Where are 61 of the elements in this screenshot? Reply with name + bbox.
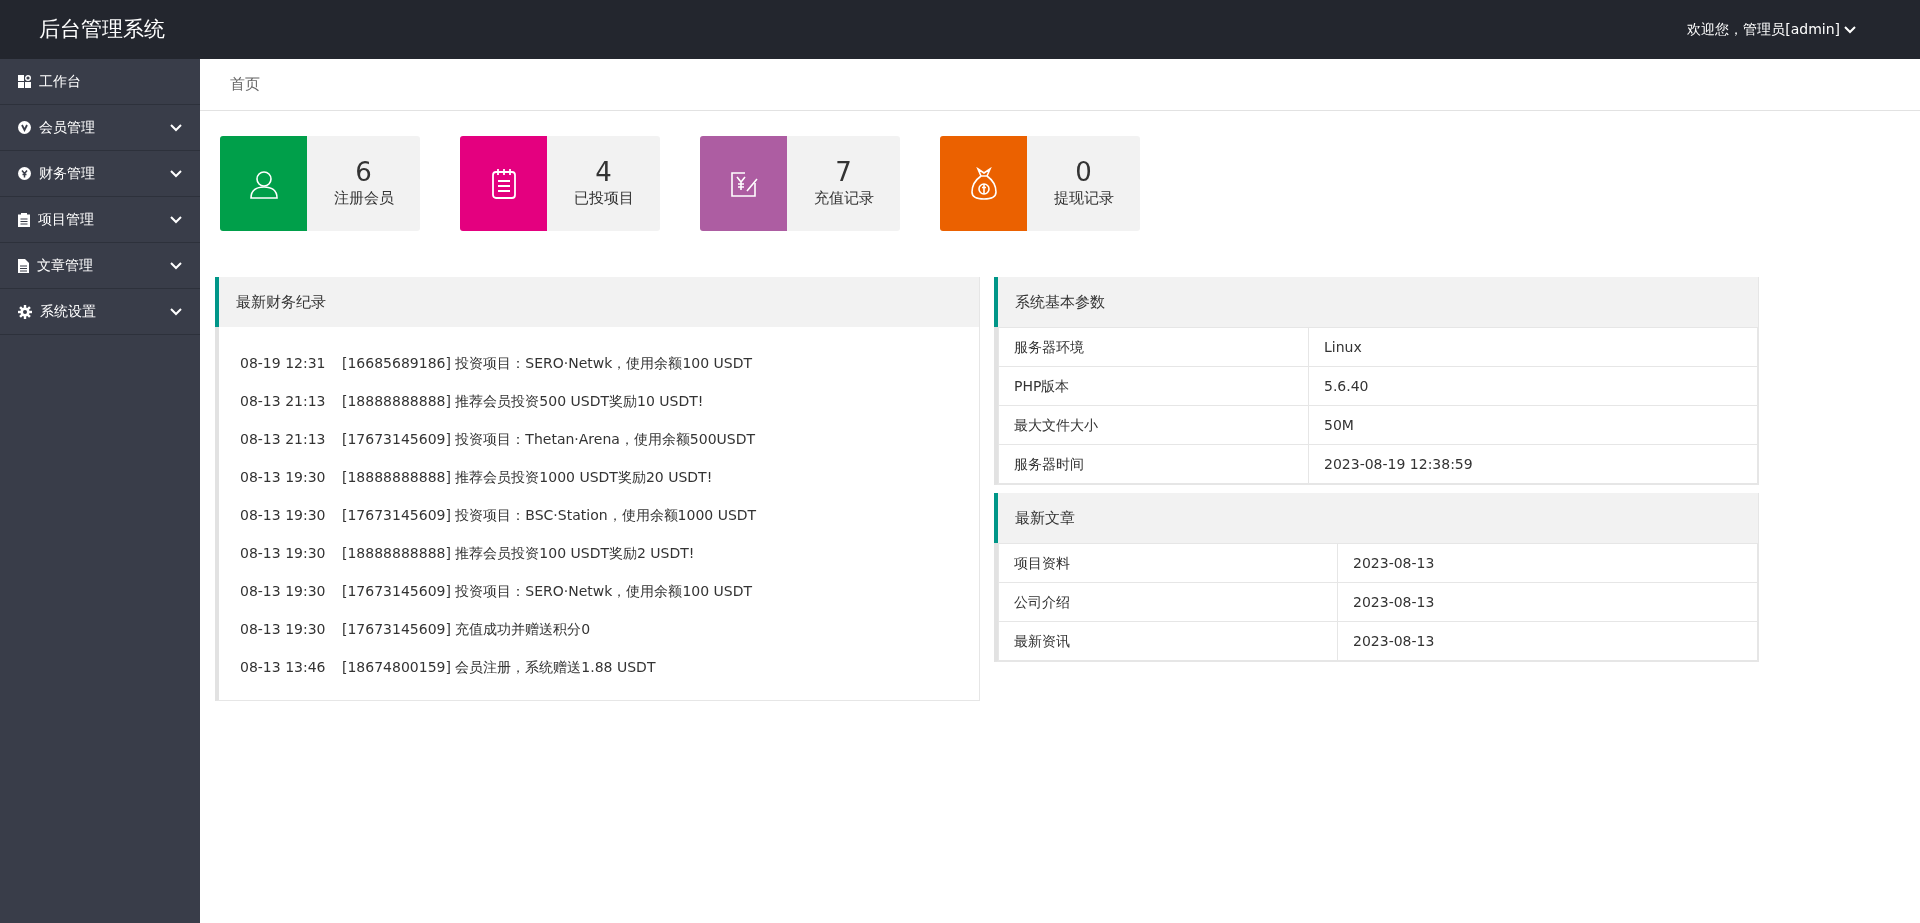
log-text: [18888888888] 推荐会员投资500 USDT奖励10 USDT! — [342, 391, 704, 411]
panel-title: 最新文章 — [994, 493, 1758, 543]
app-title: 后台管理系统 — [38, 15, 165, 43]
table-cell: 最新资讯 — [998, 621, 1338, 661]
table-cell: 服务器时间 — [998, 444, 1309, 484]
log-time: 08-13 21:13 — [240, 429, 327, 449]
table-cell: Linux — [1308, 327, 1758, 367]
table-cell: 2023-08-13 — [1337, 582, 1758, 622]
table-cell: 5.6.40 — [1308, 366, 1758, 406]
log-text: [17673145609] 投资项目：Thetan·Arena，使用余额500USDT — [342, 429, 756, 449]
log-time: 08-13 19:30 — [240, 619, 327, 639]
sidebar-item[interactable]: 会员管理 — [0, 105, 200, 151]
log-time: 08-13 19:30 — [240, 543, 327, 563]
clipboard-icon — [18, 212, 30, 227]
log-text: [16685689186] 投资项目：SERO·Netwk，使用余额100 USDT — [342, 353, 753, 373]
sidebar-item[interactable]: 系统设置 — [0, 289, 200, 335]
sidebar-item[interactable]: 项目管理 — [0, 197, 200, 243]
chevron-down-icon — [1844, 25, 1856, 34]
yen-circle-icon — [18, 167, 31, 180]
stat-value: 7 — [835, 157, 852, 187]
breadcrumb[interactable]: 首页 — [230, 73, 260, 96]
log-text: [18674800159] 会员注册，系统赠送1.88 USDT — [342, 657, 656, 677]
log-time: 08-13 21:13 — [240, 391, 327, 411]
sidebar-item[interactable]: 财务管理 — [0, 151, 200, 197]
panel-title: 最新财务纪录 — [215, 277, 979, 327]
table-cell: 2023-08-19 12:38:59 — [1308, 444, 1758, 484]
user-menu[interactable]: 欢迎您，管理员[admin] — [1687, 19, 1856, 40]
dashboard-icon — [18, 75, 31, 88]
v-circle-icon — [18, 121, 31, 134]
log-text: [18888888888] 推荐会员投资100 USDT奖励2 USDT! — [342, 543, 695, 563]
log-text: [17673145609] 充值成功并赠送积分0 — [342, 619, 591, 639]
table-cell: 公司介绍 — [998, 582, 1338, 622]
table-cell: 2023-08-13 — [1337, 543, 1758, 583]
table-cell: 项目资料 — [998, 543, 1338, 583]
stat-label: 提现记录 — [1053, 187, 1114, 209]
table-cell: 50M — [1308, 405, 1758, 445]
stat-label: 注册会员 — [333, 187, 394, 209]
log-time: 08-13 13:46 — [240, 657, 327, 677]
log-text: [18888888888] 推荐会员投资1000 USDT奖励20 USDT! — [342, 467, 713, 487]
table-cell: PHP版本 — [998, 366, 1309, 406]
log-time: 08-19 12:31 — [240, 353, 327, 373]
log-time: 08-13 19:30 — [240, 467, 327, 487]
money-bag-icon — [969, 166, 998, 201]
table-cell: 2023-08-13 — [1337, 621, 1758, 661]
panel-title: 系统基本参数 — [994, 277, 1758, 327]
table-cell: 服务器环境 — [998, 327, 1309, 367]
stat-value: 0 — [1075, 157, 1092, 187]
document-icon — [18, 258, 29, 273]
log-time: 08-13 19:30 — [240, 581, 327, 601]
log-text: [17673145609] 投资项目：BSC·Station，使用余额1000 USDT — [342, 505, 757, 525]
stat-label: 充值记录 — [813, 187, 874, 209]
log-time: 08-13 19:30 — [240, 505, 327, 525]
log-text: [17673145609] 投资项目：SERO·Netwk，使用余额100 USDT — [342, 581, 753, 601]
notepad-icon — [490, 167, 517, 200]
stat-value: 6 — [355, 157, 372, 187]
sidebar-item[interactable]: 工作台 — [0, 59, 200, 105]
stat-value: 4 — [595, 157, 612, 187]
settings-icon — [18, 304, 32, 319]
stat-label: 已投项目 — [573, 187, 634, 209]
table-cell: 最大文件大小 — [998, 405, 1309, 445]
sidebar-item[interactable]: 文章管理 — [0, 243, 200, 289]
